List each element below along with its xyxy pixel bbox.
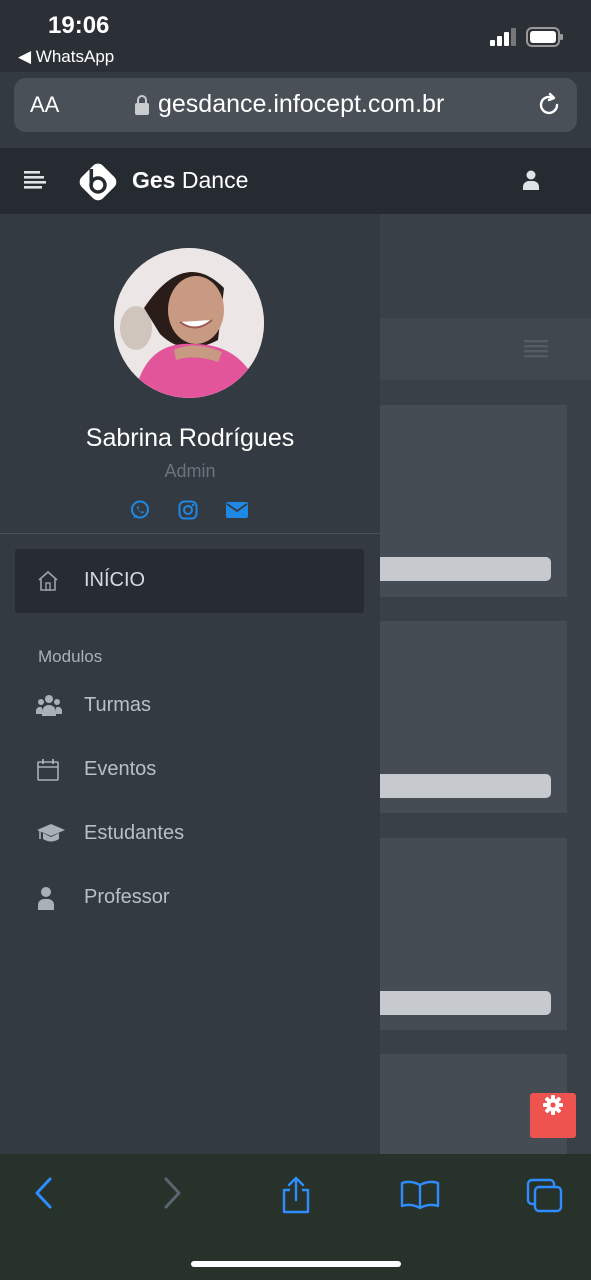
sidebar-divider [0,533,380,534]
card-progress-bar [380,557,551,581]
sidebar-item-eventos[interactable]: Eventos [0,750,380,790]
sidebar-item-inicio[interactable]: INÍCIO [15,549,364,613]
graduation-cap-icon [37,824,65,842]
tabs-icon[interactable] [526,1178,564,1214]
section-label: Modulos [38,647,103,666]
settings-button[interactable] [530,1093,576,1138]
sidebar: Sabrina Rodrígues Admin INÍCIO Modulos T… [0,214,380,1154]
sidebar-item-estudantes[interactable]: Estudantes [0,814,380,854]
user-icon [38,887,54,910]
email-icon[interactable] [226,500,248,520]
brand-bold: Ges [132,167,176,193]
sidebar-item-label: Turmas [84,694,152,716]
back-icon[interactable] [34,1176,54,1210]
browser-url-bar[interactable]: AA gesdance.infocept.com.br [14,78,577,132]
gesdance-logo-icon[interactable] [76,160,120,204]
sidebar-item-professor[interactable]: Professor [0,878,380,918]
sidebar-item-label: Professor [84,886,170,908]
browser-toolbar [0,1154,591,1280]
battery-icon [526,27,563,47]
content-toolbar [380,318,591,380]
status-time: 19:06 [48,12,110,39]
reload-icon[interactable] [536,91,562,119]
share-icon[interactable] [280,1176,312,1214]
reader-text-size-button[interactable]: AA [30,92,59,118]
back-to-app-link[interactable]: ◀ WhatsApp [18,47,114,67]
profile-photo-icon [114,248,264,398]
users-icon [36,695,62,716]
avatar[interactable] [114,248,264,398]
calendar-icon [37,759,59,781]
gear-icon [543,1095,563,1115]
lock-icon [135,95,149,115]
home-icon [38,570,58,591]
url-text: gesdance.infocept.com.br [158,90,445,118]
user-account-icon[interactable] [522,170,540,190]
whatsapp-icon[interactable] [130,500,150,520]
card-progress-bar [380,774,551,798]
app-header: Ges Dance [0,148,591,214]
sidebar-item-label: Eventos [84,758,157,780]
instagram-icon[interactable] [178,500,198,520]
user-role: Admin [164,461,216,481]
back-app-label: WhatsApp [35,47,115,66]
sidebar-item-turmas[interactable]: Turmas [0,686,380,726]
menu-toggle-icon[interactable] [24,171,46,189]
home-indicator [191,1261,401,1267]
sidebar-item-label: Estudantes [84,822,185,844]
user-name: Sabrina Rodrígues [85,424,295,452]
card-progress-bar [380,991,551,1015]
bookmarks-icon[interactable] [400,1180,440,1210]
brand-name: Ges Dance [132,167,248,194]
forward-icon[interactable] [162,1176,182,1210]
cellular-signal-icon [490,28,516,46]
sidebar-item-label: INÍCIO [84,569,146,591]
status-bar: 19:06 ◀ WhatsApp [0,0,591,72]
brand-rest: Dance [181,167,249,193]
content-menu-icon[interactable] [524,340,548,358]
